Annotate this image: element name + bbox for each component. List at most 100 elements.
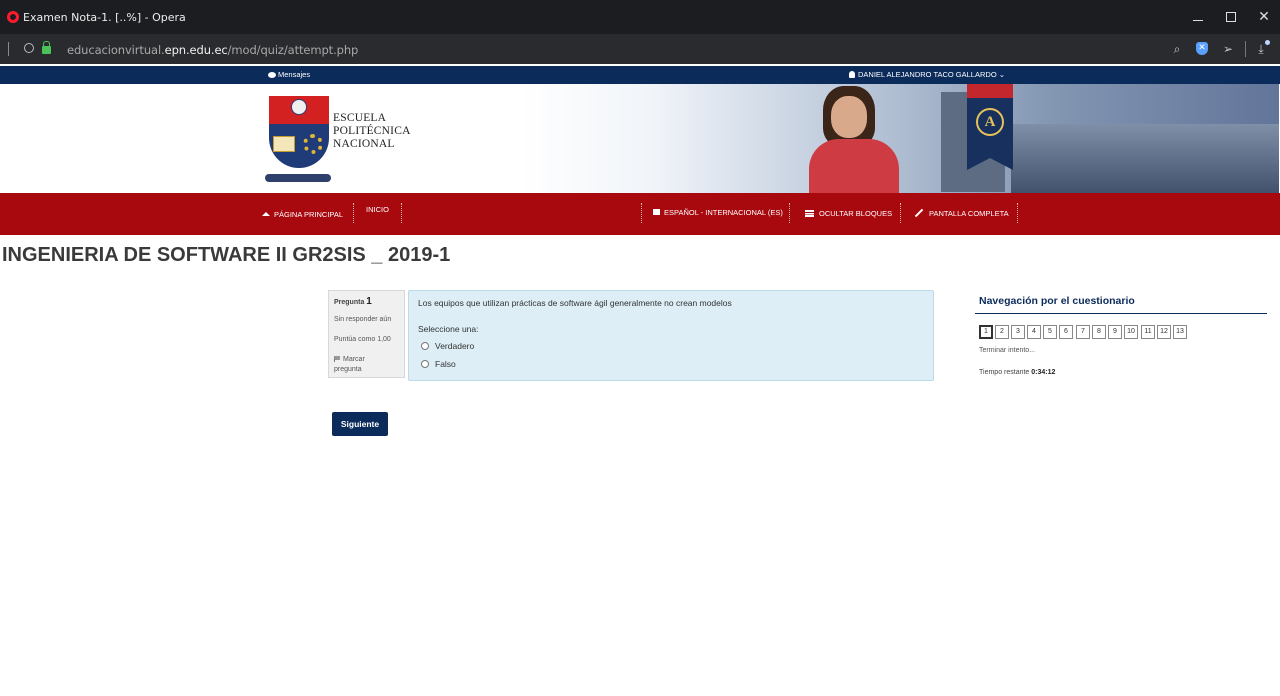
answer-prompt: Seleccione una:	[418, 324, 479, 334]
nav-divider	[789, 203, 790, 223]
nav-divider	[1017, 203, 1018, 223]
answer-option-label: Falso	[435, 359, 456, 369]
messages-label: Mensajes	[278, 70, 311, 79]
download-indicator	[1265, 40, 1270, 45]
time-label: Tiempo restante	[979, 369, 1030, 376]
quiz-nav-button[interactable]: 12	[1157, 325, 1171, 339]
banner-mountains	[1011, 124, 1279, 193]
site-top-bar: Mensajes DANIEL ALEJANDRO TACO GALLARDO …	[0, 66, 1280, 84]
quiz-nav-button[interactable]: 13	[1173, 325, 1187, 339]
book-icon	[273, 136, 295, 152]
fullscreen-label: PANTALLA COMPLETA	[929, 209, 1009, 218]
answer-option-false[interactable]: Falso	[421, 359, 456, 369]
fullscreen-link[interactable]: PANTALLA COMPLETA	[915, 209, 1009, 218]
time-remaining: Tiempo restante 0:34:12	[979, 369, 1055, 376]
quiz-nav-button[interactable]: 8	[1092, 325, 1106, 339]
question-score: Puntúa como 1,00	[334, 336, 391, 343]
nav-divider	[641, 203, 642, 223]
hide-blocks-label: OCULTAR BLOQUES	[819, 209, 893, 218]
hide-blocks-link[interactable]: OCULTAR BLOQUES	[805, 209, 892, 218]
page-title: INGENIERIA DE SOFTWARE II GR2SIS _ 2019-…	[2, 244, 451, 266]
adblock-shield-icon[interactable]: ✕	[1196, 42, 1208, 55]
logo-line-2: POLITÉCNICA	[333, 125, 411, 137]
answer-option-label: Verdadero	[435, 341, 475, 351]
flag-question-link[interactable]: Marcar pregunta	[334, 355, 399, 375]
flag-icon	[334, 356, 340, 362]
url-field[interactable]: educacionvirtual.epn.edu.ec/mod/quiz/att…	[67, 43, 358, 57]
messages-link[interactable]: Mensajes	[268, 70, 310, 79]
url-path: /mod/quiz/attempt.php	[227, 43, 359, 57]
opera-logo-icon	[7, 11, 19, 23]
question-status: Sin responder aún	[334, 316, 392, 323]
nav-home-label: PÁGINA PRINCIPAL	[274, 210, 344, 219]
main-nav: PÁGINA PRINCIPAL INICIO ESPAÑOL - INTERN…	[0, 193, 1280, 235]
question-label: Pregunta	[334, 299, 365, 306]
quiz-nav-button[interactable]: 5	[1043, 325, 1057, 339]
answer-option-true[interactable]: Verdadero	[421, 341, 474, 351]
zoom-icon[interactable]: ⌕	[1170, 42, 1184, 56]
globe-icon	[291, 99, 307, 115]
url-prefix: educacionvirtual.	[67, 43, 165, 57]
quiz-nav-button[interactable]: 2	[995, 325, 1009, 339]
address-bar: educacionvirtual.epn.edu.ec/mod/quiz/att…	[0, 34, 1280, 64]
quiz-nav-button[interactable]: 3	[1011, 325, 1025, 339]
quiz-nav-button[interactable]: 11	[1141, 325, 1155, 339]
nav-inicio-link[interactable]: INICIO	[366, 205, 389, 214]
finish-attempt-link[interactable]: Terminar intento...	[979, 347, 1035, 354]
quiz-nav-button[interactable]: 7	[1076, 325, 1090, 339]
maximize-button[interactable]	[1214, 6, 1248, 28]
gear-icon	[303, 134, 323, 154]
window-title: Examen Nota-1. [..%] - Opera	[23, 11, 186, 24]
chat-bubble-icon	[268, 72, 276, 78]
logo-text: ESCUELA POLITÉCNICA NACIONAL	[333, 112, 411, 151]
close-button[interactable]: ✕	[1247, 6, 1280, 28]
quiz-nav-button[interactable]: 4	[1027, 325, 1041, 339]
radio-true[interactable]	[421, 342, 429, 350]
flag-icon	[653, 209, 660, 215]
lock-icon[interactable]	[42, 41, 51, 54]
quiz-nav-button[interactable]: 6	[1059, 325, 1073, 339]
next-button[interactable]: Siguiente	[332, 412, 388, 436]
radio-false[interactable]	[421, 360, 429, 368]
toolbar-divider	[1245, 41, 1246, 57]
user-name: DANIEL ALEJANDRO TACO GALLARDO	[858, 70, 997, 79]
chevron-down-icon: ⌄	[998, 70, 1006, 79]
nav-home-link[interactable]: PÁGINA PRINCIPAL	[262, 210, 343, 219]
epn-logo[interactable]	[263, 96, 333, 182]
url-domain: epn.edu.ec	[164, 43, 228, 57]
minimize-icon	[1193, 19, 1203, 21]
time-value: 0:34:12	[1031, 369, 1056, 376]
flag-line-1: Marcar	[343, 356, 365, 363]
language-label: ESPAÑOL - INTERNACIONAL (ES)	[664, 208, 783, 217]
maximize-icon	[1226, 12, 1236, 22]
quiz-nav-button[interactable]: 10	[1124, 325, 1138, 339]
question-number-value: 1	[366, 296, 372, 307]
quiz-navigation: Navegación por el cuestionario 1 2 3 4 5…	[975, 295, 1267, 376]
send-icon[interactable]: ➢	[1221, 42, 1235, 56]
home-icon	[262, 212, 270, 216]
sidebar-divider	[8, 42, 9, 56]
banner-student-image	[801, 84, 911, 193]
close-icon: ✕	[1258, 9, 1270, 25]
nav-divider	[401, 203, 402, 223]
site-key-icon[interactable]	[24, 43, 34, 53]
quiz-navigation-title: Navegación por el cuestionario	[975, 295, 1267, 314]
expand-icon	[915, 209, 923, 217]
banner-pennant: A	[967, 84, 1013, 170]
question-info: Pregunta 1 Sin responder aún Puntúa como…	[328, 290, 405, 378]
language-menu[interactable]: ESPAÑOL - INTERNACIONAL (ES)	[653, 208, 783, 217]
nav-divider	[353, 203, 354, 223]
user-menu[interactable]: DANIEL ALEJANDRO TACO GALLARDO ⌄	[849, 70, 1005, 79]
flag-line-2: pregunta	[334, 366, 362, 373]
list-icon	[805, 210, 814, 217]
quiz-nav-button[interactable]: 1	[979, 325, 993, 339]
nav-divider	[900, 203, 901, 223]
logo-line-1: ESCUELA	[333, 112, 387, 124]
quiz-nav-button[interactable]: 9	[1108, 325, 1122, 339]
minimize-button[interactable]	[1181, 6, 1215, 28]
question-text: Los equipos que utilizan prácticas de so…	[418, 298, 732, 308]
question-content: Los equipos que utilizan prácticas de so…	[408, 290, 934, 381]
site-banner: A ESCUELA POLITÉCNICA NACIONAL	[1, 84, 1279, 193]
logo-line-3: NACIONAL	[333, 138, 395, 150]
browser-titlebar: Examen Nota-1. [..%] - Opera ✕	[0, 0, 1280, 34]
